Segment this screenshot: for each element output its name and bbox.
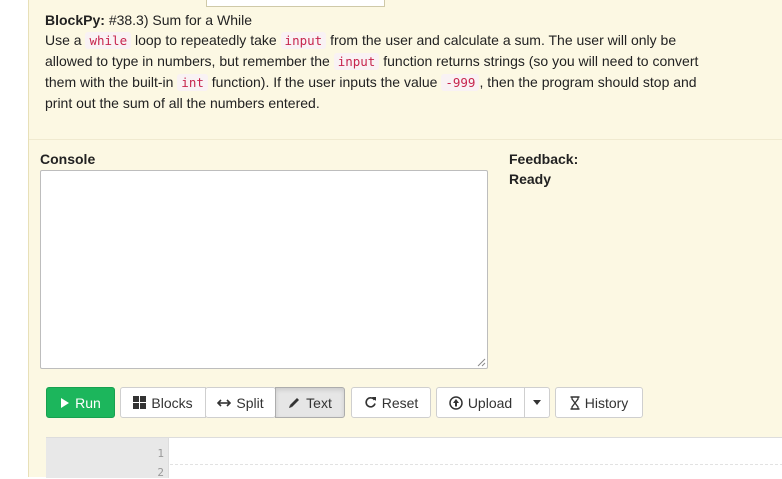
top-tab — [206, 0, 385, 7]
console-output[interactable] — [40, 170, 488, 369]
run-label: Run — [75, 394, 101, 411]
divider — [29, 139, 782, 140]
assignment-panel: BlockPy: #38.3) Sum for a While Use a wh… — [28, 0, 782, 479]
code-while: while — [85, 32, 132, 49]
feedback-label: Feedback: — [509, 151, 579, 167]
title-label: BlockPy: — [45, 12, 105, 28]
instruction-text: function). If the user inputs the value — [207, 74, 442, 90]
refresh-icon — [365, 397, 376, 408]
line-number-gutter: 1 2 — [46, 438, 169, 479]
assignment-title: #38.3) Sum for a While — [108, 12, 252, 28]
code-input: input — [280, 32, 327, 49]
active-line-indicator — [170, 464, 782, 465]
left-margin — [0, 0, 28, 477]
upload-dropdown-button[interactable] — [524, 387, 550, 418]
reset-button[interactable]: Reset — [351, 387, 431, 418]
run-button[interactable]: Run — [46, 387, 115, 418]
resize-handle-icon[interactable] — [477, 358, 486, 367]
grid-icon — [133, 396, 147, 409]
assignment-instructions: BlockPy: #38.3) Sum for a While Use a wh… — [45, 10, 725, 113]
arrows-horizontal-icon — [217, 398, 232, 407]
pencil-icon — [289, 398, 300, 408]
code-input: input — [333, 53, 380, 70]
code-neg999: -999 — [441, 74, 480, 91]
play-icon — [61, 397, 70, 408]
blocks-label: Blocks — [151, 394, 193, 411]
instruction-text: Use a — [45, 32, 86, 48]
upload-circle-icon — [449, 395, 463, 410]
code-int: int — [177, 74, 208, 91]
line-number: 1 — [157, 447, 164, 460]
hourglass-icon — [570, 395, 580, 410]
upload-button[interactable]: Upload — [436, 387, 525, 418]
upload-label: Upload — [467, 394, 513, 411]
instruction-text: loop to repeatedly take — [131, 32, 281, 48]
code-editor[interactable]: 1 2 — [46, 437, 782, 479]
text-button[interactable]: Text — [275, 387, 345, 418]
history-button[interactable]: History — [555, 387, 643, 418]
split-label: Split — [236, 394, 264, 411]
line-number: 2 — [157, 466, 164, 479]
text-label: Text — [306, 394, 332, 411]
feedback-status: Ready — [509, 171, 552, 187]
split-button[interactable]: Split — [205, 387, 276, 418]
history-label: History — [584, 394, 629, 411]
caret-down-icon — [533, 400, 541, 405]
reset-label: Reset — [381, 394, 419, 411]
console-label: Console — [40, 151, 96, 167]
blocks-button[interactable]: Blocks — [120, 387, 206, 418]
